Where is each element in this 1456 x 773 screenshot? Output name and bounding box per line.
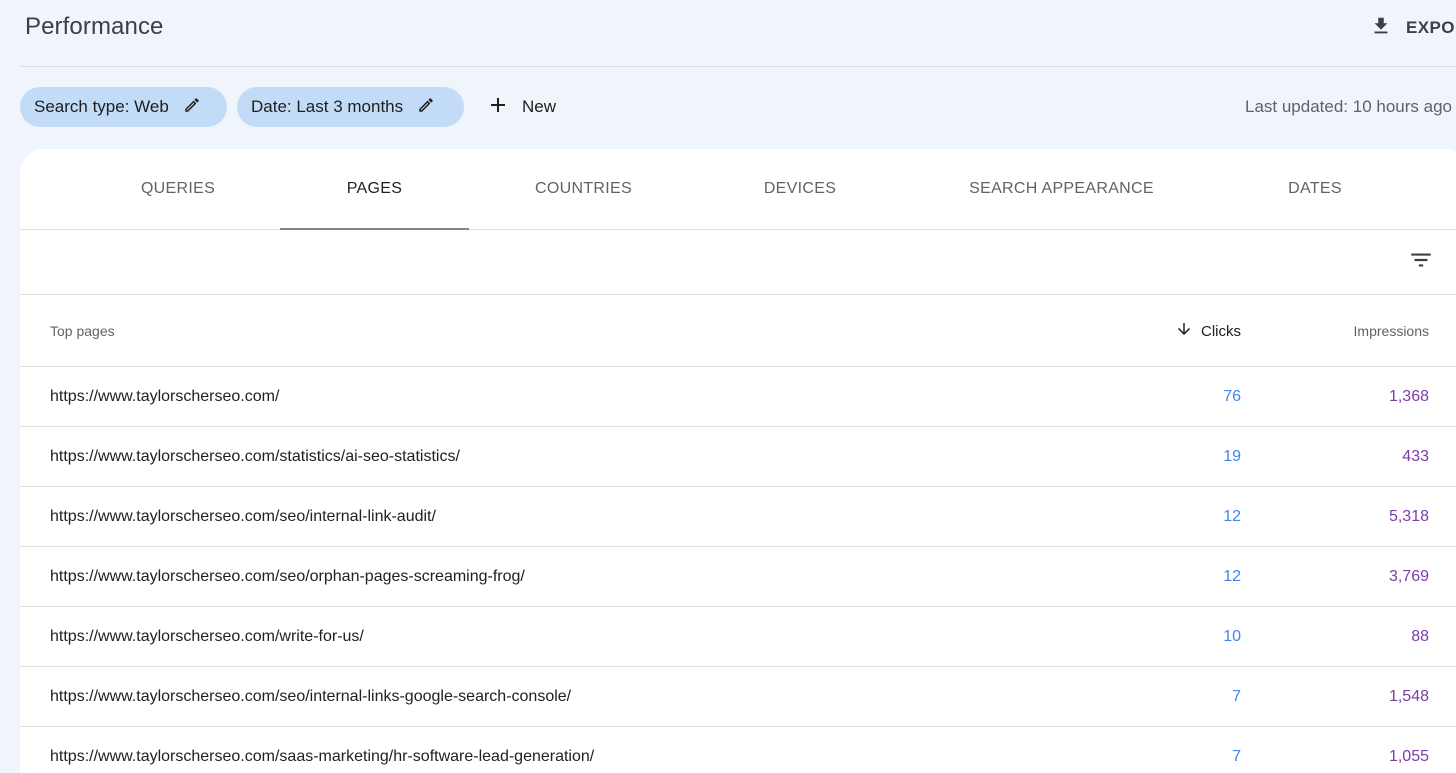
search-type-label: Search type: Web	[34, 97, 169, 116]
date-range-chip[interactable]: Date: Last 3 months	[237, 87, 464, 127]
page-url[interactable]: https://www.taylorscherseo.com/	[50, 367, 279, 426]
search-type-chip[interactable]: Search type: Web	[20, 87, 227, 127]
table-header: Top pages Clicks Impressions	[20, 295, 1456, 367]
pencil-icon	[169, 96, 201, 119]
impressions-value: 88	[1411, 627, 1429, 645]
page-header: Performance EXPORT	[20, 0, 1456, 67]
clicks-value: 12	[1223, 507, 1241, 525]
page-url[interactable]: https://www.taylorscherseo.com/saas-mark…	[50, 727, 594, 773]
column-header-clicks[interactable]: Clicks	[1175, 295, 1241, 367]
page-title: Performance	[25, 13, 164, 40]
page-url[interactable]: https://www.taylorscherseo.com/seo/inter…	[50, 487, 436, 546]
impressions-value: 1,055	[1388, 747, 1429, 765]
new-filter-button[interactable]: New	[486, 87, 556, 127]
filter-list-icon[interactable]	[1408, 247, 1434, 273]
table-row[interactable]: https://www.taylorscherseo.com/saas-mark…	[20, 727, 1456, 773]
filter-bar: Search type: Web Date: Last 3 months New…	[20, 87, 1456, 127]
table-row[interactable]: https://www.taylorscherseo.com/write-for…	[20, 607, 1456, 667]
page-url[interactable]: https://www.taylorscherseo.com/seo/inter…	[50, 667, 571, 726]
table-row[interactable]: https://www.taylorscherseo.com/seo/orpha…	[20, 547, 1456, 607]
clicks-header-label: Clicks	[1201, 322, 1241, 340]
export-label: EXPORT	[1406, 18, 1456, 37]
pencil-icon	[403, 96, 435, 119]
export-button[interactable]: EXPORT	[1370, 14, 1456, 42]
tab-search-appearance[interactable]: SEARCH APPEARANCE	[940, 149, 1183, 229]
dimension-tabs: QUERIES PAGES COUNTRIES DEVICES SEARCH A…	[20, 149, 1456, 230]
plus-icon	[486, 93, 522, 122]
clicks-value: 7	[1232, 687, 1241, 705]
impressions-value: 433	[1402, 447, 1429, 465]
impressions-value: 3,769	[1388, 567, 1429, 585]
arrow-down-icon	[1175, 320, 1201, 342]
report-card: QUERIES PAGES COUNTRIES DEVICES SEARCH A…	[20, 149, 1456, 773]
tab-queries[interactable]: QUERIES	[110, 149, 246, 229]
clicks-value: 10	[1223, 627, 1241, 645]
page-url[interactable]: https://www.taylorscherseo.com/statistic…	[50, 427, 460, 486]
download-icon	[1370, 15, 1392, 42]
clicks-value: 76	[1223, 387, 1241, 405]
last-updated-text: Last updated: 10 hours ago	[1245, 97, 1452, 116]
tab-pages[interactable]: PAGES	[280, 149, 469, 230]
table-row[interactable]: https://www.taylorscherseo.com/seo/inter…	[20, 667, 1456, 727]
column-header-impressions[interactable]: Impressions	[1354, 295, 1429, 367]
page-url[interactable]: https://www.taylorscherseo.com/seo/orpha…	[50, 547, 525, 606]
performance-page: Performance EXPORT Search type: Web Date…	[0, 0, 1456, 773]
clicks-value: 12	[1223, 567, 1241, 585]
clicks-value: 19	[1223, 447, 1241, 465]
table-row[interactable]: https://www.taylorscherseo.com/statistic…	[20, 427, 1456, 487]
table-row[interactable]: https://www.taylorscherseo.com/ 76 1,368	[20, 367, 1456, 427]
table-row[interactable]: https://www.taylorscherseo.com/seo/inter…	[20, 487, 1456, 547]
impressions-value: 1,368	[1388, 387, 1429, 405]
tab-devices[interactable]: DEVICES	[730, 149, 870, 229]
top-pages-table: Top pages Clicks Impressions https://www…	[20, 295, 1456, 773]
column-header-top-pages[interactable]: Top pages	[50, 295, 115, 367]
tab-dates[interactable]: DATES	[1260, 149, 1370, 229]
tab-countries[interactable]: COUNTRIES	[500, 149, 667, 229]
new-filter-label: New	[522, 97, 557, 116]
impressions-value: 5,318	[1388, 507, 1429, 525]
date-range-label: Date: Last 3 months	[251, 97, 404, 116]
table-toolbar	[20, 230, 1456, 295]
impressions-value: 1,548	[1388, 687, 1429, 705]
page-url[interactable]: https://www.taylorscherseo.com/write-for…	[50, 607, 364, 666]
clicks-value: 7	[1232, 747, 1241, 765]
